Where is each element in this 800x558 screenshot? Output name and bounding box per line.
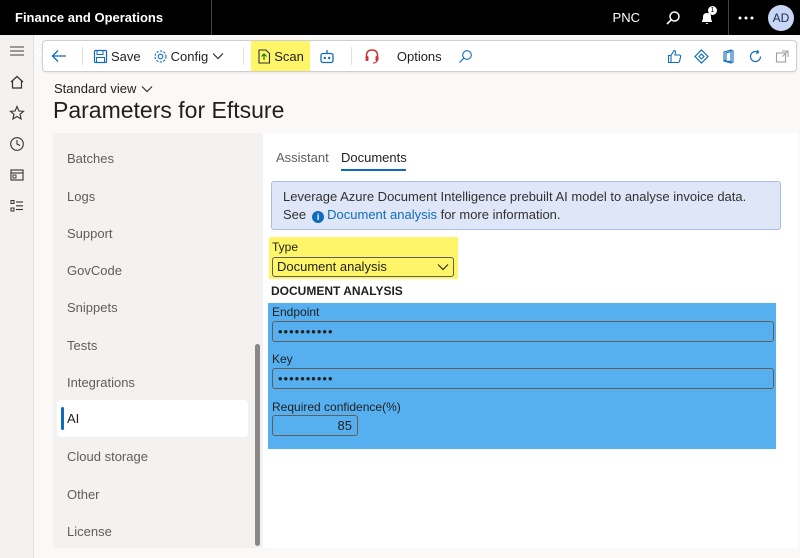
document-analysis-group: Endpoint •••••••••• Key •••••••••• Requi… — [268, 303, 776, 449]
refresh-icon[interactable] — [742, 41, 769, 71]
scan-button[interactable]: Scan — [251, 41, 310, 71]
search-icon[interactable] — [656, 0, 690, 35]
type-field-group: Type Document analysis — [269, 237, 458, 279]
action-pane: Save Config Scan Options — [42, 40, 797, 72]
bot-icon — [320, 49, 334, 63]
info-message: Leverage Azure Document Intelligence pre… — [271, 181, 781, 230]
page-title: Parameters for Eftsure — [53, 97, 285, 123]
info-see: See — [283, 207, 307, 222]
more-icon[interactable] — [728, 0, 762, 35]
headset-icon — [365, 49, 379, 64]
vertical-tab-list: Batches Logs Support GovCode Snippets Te… — [53, 133, 263, 548]
tab-assistant[interactable]: Assistant — [276, 150, 329, 165]
document-analysis-link[interactable]: Document analysis — [327, 207, 437, 222]
tab-selected-indicator — [341, 169, 406, 171]
chevron-down-icon — [141, 85, 153, 92]
chevron-down-icon — [437, 264, 449, 271]
notifications-icon[interactable]: 1 — [690, 0, 724, 35]
key-label: Key — [272, 352, 293, 366]
info-icon: i — [312, 211, 325, 223]
confidence-label: Required confidence(%) — [272, 400, 401, 414]
sidebar-item-other[interactable]: Other — [67, 487, 100, 502]
workspaces-icon[interactable] — [0, 159, 34, 190]
modules-icon[interactable] — [0, 190, 34, 221]
sidebar-item-license[interactable]: License — [67, 524, 112, 539]
view-selector[interactable]: Standard view — [54, 81, 153, 96]
scan-document-icon — [258, 48, 271, 64]
sidebar-item-tests[interactable]: Tests — [67, 338, 97, 353]
scan-label: Scan — [274, 48, 304, 64]
home-icon[interactable] — [0, 66, 34, 97]
office-icon[interactable] — [715, 41, 742, 71]
info-suffix: for more information. — [440, 207, 561, 222]
detail-panel: Assistant Documents Leverage Azure Docum… — [263, 133, 798, 548]
confidence-field[interactable]: 85 — [272, 415, 358, 436]
back-button[interactable] — [43, 41, 78, 71]
save-label: Save — [111, 48, 141, 64]
gear-icon — [154, 49, 167, 63]
company-selector[interactable]: PNC — [613, 10, 640, 25]
save-icon — [93, 49, 108, 63]
hamburger-menu-icon[interactable] — [0, 35, 34, 66]
top-bar: Finance and Operations Preview PNC 1 AD — [0, 0, 800, 60]
section-header: DOCUMENT ANALYSIS — [271, 284, 403, 298]
view-label: Standard view — [54, 81, 137, 96]
config-button[interactable]: Config — [147, 41, 234, 71]
favorites-icon[interactable] — [0, 97, 34, 128]
sidebar-item-integrations[interactable]: Integrations — [67, 375, 135, 390]
type-label: Type — [272, 240, 299, 254]
thumbs-up-icon[interactable] — [661, 41, 688, 71]
selection-indicator — [61, 407, 64, 430]
copilot-bot-button[interactable] — [310, 41, 347, 71]
sidebar-item-govcode[interactable]: GovCode — [67, 263, 122, 278]
power-apps-icon[interactable] — [688, 41, 715, 71]
sidebar-scrollbar-thumb[interactable] — [255, 344, 260, 546]
app-title[interactable]: Finance and Operations Preview — [0, 0, 212, 60]
type-value: Document analysis — [277, 259, 387, 274]
chevron-down-icon — [212, 53, 224, 60]
sidebar-item-support[interactable]: Support — [67, 226, 113, 241]
save-button[interactable]: Save — [87, 41, 147, 71]
avatar[interactable]: AD — [768, 4, 794, 31]
divider — [82, 47, 83, 65]
left-navigation — [0, 35, 34, 558]
endpoint-label: Endpoint — [272, 305, 320, 319]
endpoint-field[interactable]: •••••••••• — [272, 321, 774, 342]
sidebar-item-ai[interactable]: AI — [57, 400, 248, 437]
sidebar-item-batches[interactable]: Batches — [67, 151, 114, 166]
open-new-window-icon[interactable] — [769, 41, 796, 71]
recent-icon[interactable] — [0, 128, 34, 159]
info-line-1: Leverage Azure Document Intelligence pre… — [283, 189, 747, 204]
options-button[interactable]: Options — [391, 41, 448, 71]
info-line-2: See i Document analysis for more informati… — [283, 206, 769, 224]
sidebar-item-label: AI — [67, 411, 80, 426]
tab-documents[interactable]: Documents — [341, 150, 407, 165]
divider — [243, 47, 245, 65]
sidebar-item-cloud-storage[interactable]: Cloud storage — [67, 449, 148, 464]
action-search-icon[interactable] — [448, 41, 486, 71]
support-button[interactable] — [356, 41, 391, 71]
type-dropdown[interactable]: Document analysis — [272, 257, 454, 277]
config-label: Config — [170, 48, 209, 64]
sidebar-item-snippets[interactable]: Snippets — [67, 300, 118, 315]
notification-count: 1 — [708, 6, 717, 15]
key-field[interactable]: •••••••••• — [272, 368, 774, 389]
sidebar-item-logs[interactable]: Logs — [67, 189, 95, 204]
divider — [350, 47, 352, 65]
